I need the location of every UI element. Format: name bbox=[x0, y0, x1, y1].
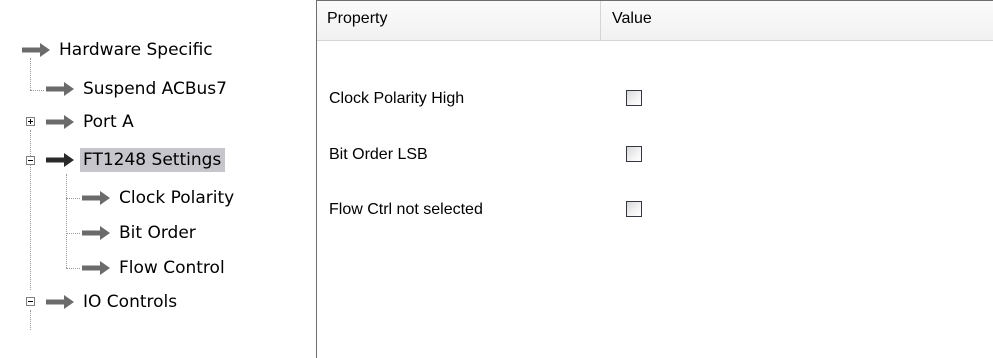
tree-node-ft1248-settings[interactable]: FT1248 Settings bbox=[44, 147, 226, 173]
tree-node-label: Bit Order bbox=[119, 223, 196, 243]
tree-node-label: Clock Polarity bbox=[119, 188, 235, 208]
grid-header: Property Value bbox=[317, 1, 993, 41]
property-row-bit-order-lsb: Bit Order LSB bbox=[317, 140, 992, 170]
column-header-value[interactable]: Value bbox=[602, 1, 992, 40]
property-row-flow-ctrl-not-selected: Flow Ctrl not selected bbox=[317, 195, 992, 225]
right-arrow-icon bbox=[80, 223, 112, 243]
tree-connector bbox=[66, 268, 80, 270]
right-arrow-icon bbox=[20, 40, 52, 60]
tree-connector bbox=[66, 174, 68, 268]
right-arrow-icon bbox=[80, 188, 112, 208]
column-header-property[interactable]: Property bbox=[317, 1, 601, 40]
tree-node-port-a[interactable]: Port A bbox=[44, 109, 137, 135]
collapse-minus-icon[interactable] bbox=[26, 297, 35, 306]
tree-node-label: IO Controls bbox=[83, 292, 178, 312]
property-name: Clock Polarity High bbox=[329, 90, 465, 107]
tree-connector bbox=[30, 90, 44, 92]
collapse-minus-icon[interactable] bbox=[26, 156, 35, 165]
right-arrow-icon bbox=[44, 292, 76, 312]
clock-polarity-high-checkbox[interactable] bbox=[626, 90, 642, 106]
property-name: Flow Ctrl not selected bbox=[329, 201, 483, 218]
right-arrow-icon bbox=[44, 79, 76, 99]
tree-node-io-controls[interactable]: IO Controls bbox=[44, 289, 180, 315]
bit-order-lsb-checkbox[interactable] bbox=[626, 146, 642, 162]
tree-node-hardware-specific[interactable]: Hardware Specific bbox=[20, 37, 216, 63]
tree-node-label: Suspend ACBus7 bbox=[83, 79, 227, 99]
tree-node-label: Hardware Specific bbox=[59, 40, 213, 60]
tree-node-clock-polarity[interactable]: Clock Polarity bbox=[80, 185, 237, 211]
tree-node-label: Port A bbox=[83, 112, 134, 132]
right-arrow-icon bbox=[44, 150, 76, 170]
tree-node-bit-order[interactable]: Bit Order bbox=[80, 220, 199, 246]
flow-ctrl-not-selected-checkbox[interactable] bbox=[626, 201, 642, 217]
expand-plus-icon[interactable] bbox=[26, 117, 35, 126]
property-name: Bit Order LSB bbox=[329, 146, 428, 163]
tree-node-label: Flow Control bbox=[119, 258, 225, 278]
settings-tree: Hardware Specific Suspend ACBus7 Port A … bbox=[0, 0, 300, 358]
tree-connector bbox=[30, 130, 32, 290]
tree-node-flow-control[interactable]: Flow Control bbox=[80, 255, 228, 281]
tree-connector bbox=[30, 310, 32, 330]
property-row-clock-polarity-high: Clock Polarity High bbox=[317, 84, 992, 114]
tree-connector bbox=[66, 198, 80, 200]
right-arrow-icon bbox=[44, 112, 76, 132]
tree-node-suspend-acbus7[interactable]: Suspend ACBus7 bbox=[44, 76, 230, 102]
tree-connector bbox=[66, 233, 80, 235]
tree-node-label: FT1248 Settings bbox=[80, 148, 226, 172]
right-arrow-icon bbox=[80, 258, 112, 278]
property-grid: Property Value Clock Polarity High Bit O… bbox=[316, 0, 993, 358]
